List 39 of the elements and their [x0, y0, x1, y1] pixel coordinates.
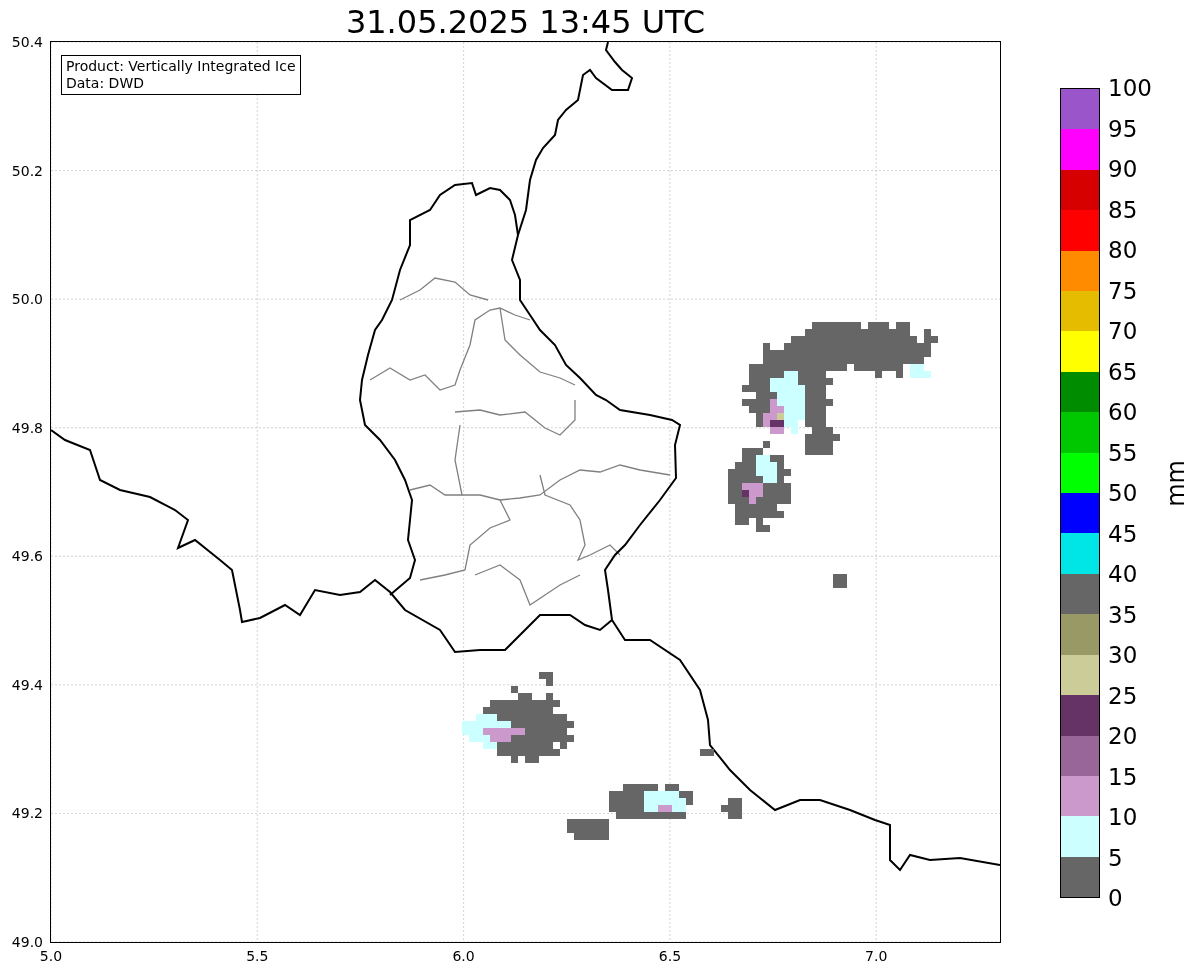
y-tick-label: 49.0 [11, 934, 43, 950]
colorbar-tick-label: 65 [1108, 358, 1138, 385]
colorbar-tick-label: 55 [1108, 439, 1138, 466]
colorbar-tick-label: 100 [1108, 75, 1152, 101]
x-tick-label: 5.0 [39, 948, 63, 964]
colorbar-tick-label: 70 [1108, 318, 1138, 344]
colorbar-tick-label: 15 [1108, 763, 1138, 790]
y-tick-label: 50.4 [11, 34, 43, 50]
x-tick-label: 6.0 [452, 948, 475, 964]
colorbar-tick-label: 95 [1108, 115, 1138, 142]
y-tick-label: 49.8 [11, 419, 43, 436]
y-tick-label: 50.0 [11, 291, 43, 308]
colorbar-tick-label: 85 [1108, 196, 1138, 223]
colorbar-tick-label: 5 [1108, 844, 1123, 871]
colorbar-tick-label: 35 [1108, 601, 1138, 628]
y-tick-label: 49.2 [11, 805, 43, 822]
x-tick-label: 6.5 [658, 948, 682, 964]
y-tick-label: 50.2 [11, 162, 43, 179]
colorbar-tick-label: 30 [1108, 642, 1138, 668]
colorbar-tick-label: 50 [1108, 480, 1138, 506]
colorbar-tick-label: 60 [1108, 399, 1138, 425]
colorbar-tick-label: 0 [1108, 885, 1123, 911]
info-text: Data: DWD [66, 75, 145, 92]
colorbar-tick-label: 80 [1108, 237, 1138, 263]
colorbar-tick-label: 40 [1108, 561, 1138, 587]
chart-title: 31.05.2025 13:45 UTC [344, 2, 707, 42]
radar-echo-drawing [833, 574, 847, 588]
y-tick-label: 49.6 [11, 548, 43, 565]
x-tick-label: 5.5 [246, 948, 269, 964]
colorbar-tick-label: 90 [1108, 156, 1138, 182]
colorbar-tick-label: 45 [1108, 520, 1138, 547]
x-tick-label: 7.0 [865, 948, 888, 964]
colorbar-tick-label: 20 [1108, 723, 1138, 749]
colorbar-tick-label: 10 [1108, 804, 1138, 830]
colorbar-tick-label: 75 [1108, 277, 1138, 304]
y-tick-label: 49.4 [11, 676, 43, 693]
colorbar-label: mm [1162, 459, 1190, 507]
info-text: Product: Vertically Integrated Ice [66, 58, 296, 75]
colorbar-tick-label: 25 [1108, 682, 1138, 709]
